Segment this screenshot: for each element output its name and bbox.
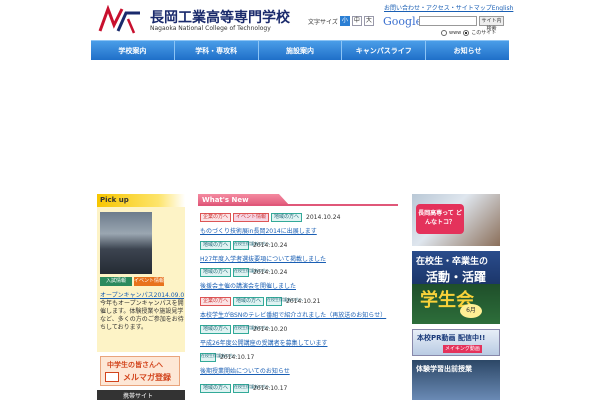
pr-video-banner[interactable]: 本校PR動画 配信中!! メイキング動画 (412, 329, 500, 356)
nav-item-about[interactable]: 学校案内 (91, 41, 175, 60)
college-logo-icon[interactable] (98, 5, 142, 35)
english-link[interactable]: English (492, 5, 514, 12)
student-council-banner[interactable]: 学生会 6月 (412, 284, 500, 324)
nav-item-departments[interactable]: 学科・専攻科 (175, 41, 259, 60)
news-item: 地域の方へ 在校生保護者の方へ 2014.10.17 (200, 383, 410, 394)
news-item: 地域の方へ 在校生保護者の方へ 2014.10.24 H27年度入学者選抜要項に… (200, 240, 410, 263)
outreach-banner[interactable]: 体験学習出前授業 (412, 360, 500, 400)
student-activity-line1: 在校生・卒業生の (416, 257, 489, 267)
student-activity-banner[interactable]: 在校生・卒業生の 活動・活躍 (412, 251, 500, 286)
news-date: 2014.10.21 (286, 298, 321, 305)
font-size-medium-button[interactable]: 中 (351, 16, 362, 26)
nav-item-campus-life[interactable]: キャンパスライフ (342, 41, 427, 60)
radio-site[interactable] (463, 29, 470, 36)
school-name-en: Nagaoka National College of Technology (150, 25, 271, 32)
news-title-link[interactable]: 後援会主催の講演会を開催しました (200, 281, 410, 290)
radio-www-label: www (449, 29, 462, 36)
pickup-heading: Pick up (97, 194, 185, 207)
jhs-banner-line1: 中学生の皆さんへ (107, 361, 163, 369)
about-college-label: 長岡高専って どんなトコ？ (416, 204, 464, 234)
pickup-tag-exam[interactable]: 入試情報 (100, 277, 132, 286)
jhs-mailmag-banner[interactable]: 中学生の皆さんへ メルマガ登録 (100, 356, 180, 386)
tag-parent[interactable]: 在校生保護者の方へ (233, 241, 270, 250)
site-header: 長岡工業高等専門学校 Nagaoka National College of T… (0, 0, 600, 40)
mobile-site-banner[interactable]: 携帯サイト (97, 390, 185, 400)
tag-parent[interactable]: 在校生保護者の方へ (200, 353, 237, 362)
global-nav: 学校案内 学科・専攻科 施設案内 キャンパスライフ お知らせ (91, 40, 509, 60)
news-date: 2014.10.24 (253, 242, 288, 249)
pickup-tag-event[interactable]: イベント情報 (134, 277, 164, 286)
font-size-switcher: 文字サイズ 小 中 大 (308, 16, 374, 26)
news-item: 地域の方へ 在校生保護者の方へ 2014.10.24 後援会主催の講演会を開催し… (200, 267, 410, 290)
top-link-jp[interactable]: お問い合わせ・アクセス・サイトマップ (384, 5, 492, 12)
news-date: 2014.10.20 (253, 326, 288, 333)
tag-region[interactable]: 地域の方へ (200, 268, 232, 277)
tag-parent[interactable]: 在校生保護者の方へ (233, 384, 270, 393)
tag-company[interactable]: 企業の方へ (200, 213, 232, 222)
tag-region[interactable]: 地域の方へ (200, 384, 232, 393)
tag-region[interactable]: 地域の方へ (200, 325, 232, 334)
pr-video-line1: 本校PR動画 配信中!! (417, 334, 486, 342)
news-item: 地域の方へ 在校生保護者の方へ 2014.10.20 平成26年度公開講座の受講… (200, 324, 410, 347)
jhs-banner-line2: メルマガ登録 (123, 373, 171, 382)
tag-region[interactable]: 地域の方へ (271, 213, 303, 222)
pickup-photo[interactable] (100, 212, 152, 274)
radio-site-label: このサイト (471, 30, 497, 36)
about-college-banner[interactable]: 長岡高専って どんなトコ？ (412, 194, 500, 246)
news-date: 2014.10.24 (253, 269, 288, 276)
mail-icon (105, 372, 119, 382)
tag-parent[interactable]: 在校生保護者の方へ (266, 297, 303, 306)
tag-parent[interactable]: 在校生保護者の方へ (233, 268, 270, 277)
news-title-link[interactable]: 本校学生がBSNのテレビ番組で紹介されました（再放送のお知らせ） (200, 310, 410, 319)
student-council-month: 6月 (460, 304, 482, 318)
pickup-title-link[interactable]: オープンキャンパス2014.09.09 (100, 290, 184, 299)
news-item: 企業の方へ 地域の方へ 在校生保護者の方へ 2014.10.21 本校学生がBS… (200, 296, 410, 319)
tag-region[interactable]: 地域の方へ (200, 241, 232, 250)
whats-new-heading: What's New (198, 194, 398, 206)
nav-item-news[interactable]: お知らせ (426, 41, 509, 60)
search-button[interactable]: サイト内検索 (479, 16, 504, 32)
font-size-small-button[interactable]: 小 (339, 16, 350, 26)
radio-www[interactable] (441, 29, 447, 36)
news-title-link[interactable]: 後期授業開始についてのお知らせ (200, 366, 410, 375)
hero-area (91, 60, 509, 190)
whats-new-divider (198, 204, 398, 206)
news-date: 2014.10.17 (220, 354, 255, 361)
pickup-text: 今年もオープンキャンパスを開催します。体験授業や施設見学など、多くの方のご参加を… (100, 300, 184, 331)
font-size-label: 文字サイズ (308, 18, 338, 26)
tag-parent[interactable]: 在校生保護者の方へ (233, 325, 270, 334)
search-input[interactable] (419, 16, 477, 26)
news-item: 在校生保護者の方へ 2014.10.17 後期授業開始についてのお知らせ (200, 352, 410, 375)
tag-event[interactable]: イベント情報 (233, 213, 270, 222)
news-title-link[interactable]: ものづくり技術展in長岡2014に出展します (200, 226, 410, 235)
news-date: 2014.10.24 (306, 214, 341, 221)
tag-region[interactable]: 地域の方へ (233, 297, 265, 306)
google-logo: Google (383, 15, 423, 28)
mobile-site-label: 携帯サイト (123, 393, 154, 400)
outreach-label: 体験学習出前授業 (416, 365, 472, 373)
top-links: お問い合わせ・アクセス・サイトマップEnglish (384, 3, 513, 12)
news-item: 企業の方へ イベント情報 地域の方へ 2014.10.24 ものづくり技術展in… (200, 212, 410, 235)
news-title-link[interactable]: 平成26年度公開講座の受講者を募集しています (200, 338, 410, 347)
tag-company[interactable]: 企業の方へ (200, 297, 232, 306)
pr-video-line2: メイキング動画 (443, 345, 482, 353)
school-name[interactable]: 長岡工業高等専門学校 (150, 7, 290, 27)
nav-item-facilities[interactable]: 施設案内 (259, 41, 343, 60)
student-activity-line2: 活動・活躍 (426, 270, 487, 284)
news-date: 2014.10.17 (253, 385, 288, 392)
news-title-link[interactable]: H27年度入学者選抜要項について掲載しました (200, 254, 410, 263)
search-scope: www このサイト (441, 29, 496, 36)
font-size-large-button[interactable]: 大 (363, 16, 374, 26)
